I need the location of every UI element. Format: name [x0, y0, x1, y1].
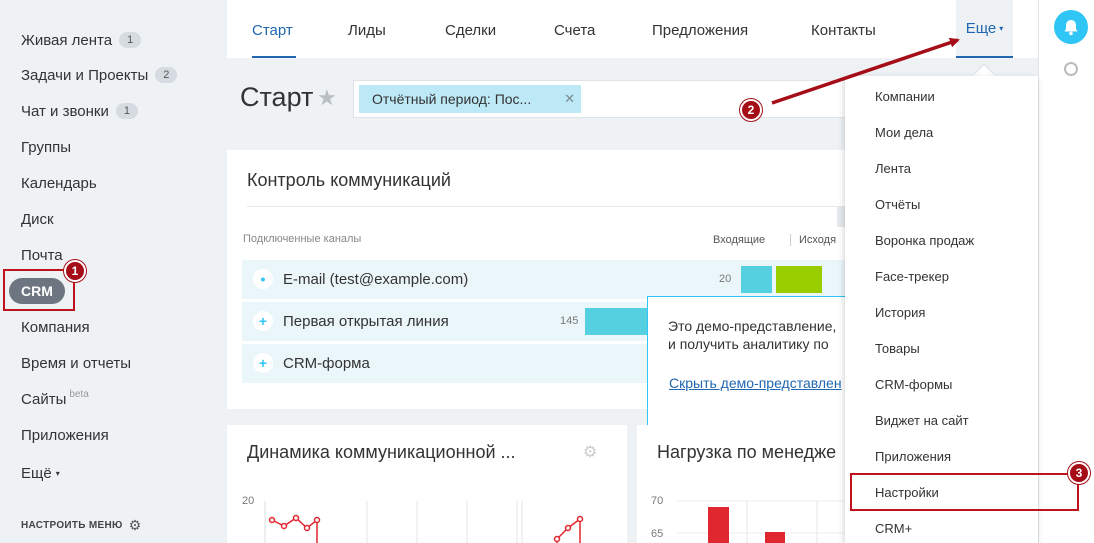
sidebar-item-label: Приложения: [21, 426, 109, 444]
sidebar-item-apps[interactable]: Приложения: [21, 423, 109, 447]
sidebar-item-chat[interactable]: Чат и звонки 1: [21, 99, 138, 123]
tab-leads[interactable]: Лиды: [348, 22, 386, 39]
menu-item-history[interactable]: История: [875, 305, 925, 320]
bell-icon: [1064, 19, 1078, 35]
sidebar-item-label: Диск: [21, 210, 54, 228]
page-title: Старт: [240, 82, 314, 112]
left-sidebar: Живая лента 1 Задачи и Проекты 2 Чат и з…: [0, 0, 227, 543]
active-tab-underline: [252, 56, 296, 58]
sidebar-item-tasks[interactable]: Задачи и Проекты 2: [21, 63, 178, 87]
sidebar-item-label: Задачи и Проекты: [21, 66, 149, 84]
menu-item-site-widget[interactable]: Виджет на сайт: [875, 413, 969, 428]
panel-title: Контроль коммуникаций: [247, 170, 451, 190]
filter-search-box[interactable]: Отчётный период: Пос... ✕: [353, 80, 848, 118]
incoming-header: Входящие: [713, 234, 766, 246]
channel-name: E-mail (test@example.com): [283, 271, 469, 288]
sidebar-item-time-reports[interactable]: Время и отчеты: [21, 351, 131, 375]
menu-item-feed[interactable]: Лента: [875, 161, 911, 176]
configure-menu-label: НАСТРОИТЬ МЕНЮ: [21, 520, 123, 531]
add-icon: +: [253, 353, 273, 373]
configure-menu-button[interactable]: НАСТРОИТЬ МЕНЮ ⚙: [21, 517, 141, 534]
incoming-count: 20: [719, 273, 732, 285]
gear-icon: ⚙: [128, 517, 142, 533]
tab-quotes[interactable]: Предложения: [652, 22, 748, 39]
sidebar-item-company[interactable]: Компания: [21, 315, 90, 339]
channel-name: CRM-форма: [283, 355, 370, 372]
close-icon[interactable]: ✕: [564, 91, 575, 107]
sidebar-item-label: Компания: [21, 318, 90, 336]
step-marker-1: 1: [64, 260, 86, 282]
settings-highlight-box: [850, 473, 1079, 511]
channel-name: Первая открытая линия: [283, 313, 449, 330]
channel-status-icon: •: [253, 269, 273, 289]
sidebar-item-label: Почта: [21, 246, 63, 264]
search-icon[interactable]: [1064, 62, 1078, 76]
channel-row-email[interactable]: • E-mail (test@example.com) 20: [242, 260, 847, 299]
notifications-button[interactable]: [1054, 10, 1088, 44]
tab-contacts[interactable]: Контакты: [811, 22, 876, 39]
filter-chip[interactable]: Отчётный период: Пос... ✕: [359, 85, 581, 113]
demo-text-line: Это демо-представление,: [668, 318, 837, 334]
sidebar-item-label: Группы: [21, 138, 71, 156]
sidebar-item-label: Живая лента: [21, 31, 113, 49]
dynamics-line-left: [271, 517, 318, 543]
menu-item-crm-plus[interactable]: CRM+: [875, 521, 912, 536]
incoming-bar: [585, 308, 655, 335]
sidebar-item-sites[interactable]: Сайты beta: [21, 387, 89, 411]
caret-down-icon: ▾: [999, 23, 1004, 33]
channels-header: Подключенные каналы: [243, 233, 362, 245]
add-icon: +: [253, 311, 273, 331]
sidebar-item-label: Время и отчеты: [21, 354, 132, 372]
incoming-bar: [741, 266, 772, 293]
demo-text-line: и получить аналитику по: [668, 336, 829, 352]
sidebar-item-label: Календарь: [21, 174, 97, 192]
incoming-count: 145: [560, 315, 579, 327]
menu-item-sales-funnel[interactable]: Воронка продаж: [875, 233, 974, 248]
sidebar-item-more[interactable]: Ещё ▾: [21, 461, 60, 485]
tab-deals[interactable]: Сделки: [445, 22, 496, 39]
counter-badge: 1: [115, 103, 138, 119]
step-marker-2: 2: [740, 99, 762, 121]
counter-badge: 2: [155, 67, 178, 83]
sidebar-item-live-feed[interactable]: Живая лента 1: [21, 28, 142, 52]
sidebar-item-label: Чат и звонки: [21, 102, 109, 120]
caret-down-icon: ▾: [55, 468, 60, 478]
menu-item-companies[interactable]: Компании: [875, 89, 935, 104]
tab-more[interactable]: Еще ▾: [956, 0, 1013, 58]
sidebar-item-label: Ещё: [21, 464, 52, 482]
outgoing-header: Исходя: [790, 234, 836, 246]
sidebar-item-disk[interactable]: Диск: [21, 207, 54, 231]
load-bar: [708, 507, 729, 543]
load-chart: [677, 500, 847, 543]
manager-load-panel: Нагрузка по менедже 70 65: [637, 425, 847, 543]
hide-demo-link[interactable]: Скрыть демо-представлен: [669, 375, 842, 391]
right-toolbar: [1038, 0, 1094, 543]
menu-item-apps[interactable]: Приложения: [875, 449, 951, 464]
star-icon[interactable]: ★: [317, 85, 337, 111]
sidebar-item-mail[interactable]: Почта: [21, 243, 63, 267]
sidebar-item-groups[interactable]: Группы: [21, 135, 71, 159]
filter-chip-label: Отчётный период: Пос...: [372, 91, 532, 107]
demo-text: Это демо-представление, и получить анали…: [668, 317, 836, 353]
divider: [247, 206, 847, 207]
menu-item-face-tracker[interactable]: Face-трекер: [875, 269, 949, 284]
step-marker-3: 3: [1068, 462, 1090, 484]
sidebar-item-calendar[interactable]: Календарь: [21, 171, 97, 195]
tab-invoices[interactable]: Счета: [554, 22, 595, 39]
menu-item-crm-forms[interactable]: CRM-формы: [875, 377, 952, 392]
load-bar: [765, 532, 785, 543]
menu-item-reports[interactable]: Отчёты: [875, 197, 920, 212]
demo-popup: Это демо-представление, и получить анали…: [647, 296, 857, 438]
dynamics-panel: Динамика коммуникационной ... ⚙ 20: [227, 425, 627, 543]
beta-badge: beta: [69, 388, 89, 400]
menu-item-my-tasks[interactable]: Мои дела: [875, 125, 933, 140]
outgoing-bar: [776, 266, 822, 293]
menu-item-products[interactable]: Товары: [875, 341, 920, 356]
tab-start[interactable]: Старт: [252, 22, 293, 39]
dynamics-chart: [264, 501, 584, 543]
counter-badge: 1: [119, 32, 142, 48]
tab-more-label: Еще: [965, 19, 997, 37]
sidebar-item-label: Сайты: [21, 390, 67, 408]
